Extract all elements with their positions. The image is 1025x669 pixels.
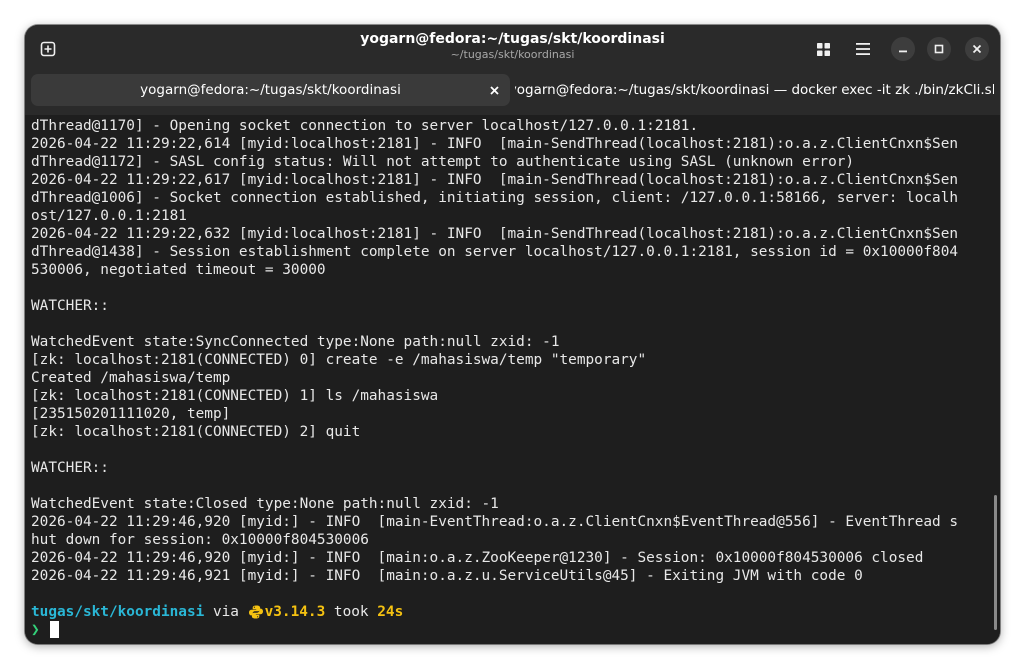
new-tab-icon <box>40 41 56 57</box>
input-line[interactable]: ❯ <box>31 621 996 639</box>
new-tab-button[interactable] <box>35 36 61 62</box>
terminal-line: [zk: localhost:2181(CONNECTED) 2] quit <box>31 424 361 440</box>
close-window-button[interactable] <box>965 37 989 61</box>
terminal-line: 2026-04-22 11:29:22,617 [myid:localhost:… <box>31 172 959 188</box>
tab-2[interactable]: yogarn@fedora:~/tugas/skt/koordinasi — d… <box>515 74 994 106</box>
terminal-line: ost/127.0.0.1:2181 <box>31 208 187 224</box>
prompt-line: tugas/skt/koordinasi via v3.14.3 took 24… <box>31 603 996 621</box>
main-menu-button[interactable] <box>850 36 876 62</box>
prompt-via: via <box>204 604 248 620</box>
terminal-line: dThread@1170] - Opening socket connectio… <box>31 118 699 134</box>
terminal-line: 2026-04-22 11:29:46,920 [myid:] - INFO [… <box>31 514 959 530</box>
close-icon <box>489 85 499 95</box>
prompt-took: took <box>325 604 378 620</box>
terminal-line: [zk: localhost:2181(CONNECTED) 1] ls /ma… <box>31 388 439 404</box>
scrollbar[interactable] <box>994 495 997 630</box>
terminal-line: dThread@1172] - SASL config status: Will… <box>31 154 855 170</box>
terminal-line: 530006, negotiated timeout = 30000 <box>31 262 326 278</box>
header-bar: yogarn@fedora:~/tugas/skt/koordinasi ~/t… <box>25 25 1000 73</box>
terminal-line: WatchedEvent state:Closed type:None path… <box>31 496 499 512</box>
hamburger-menu-icon <box>856 43 870 55</box>
prompt-symbol: ❯ <box>31 622 40 638</box>
terminal-line: 2026-04-22 11:29:22,614 [myid:localhost:… <box>31 136 959 152</box>
terminal-window: yogarn@fedora:~/tugas/skt/koordinasi ~/t… <box>25 25 1000 644</box>
tab-1[interactable]: yogarn@fedora:~/tugas/skt/koordinasi <box>31 74 510 106</box>
tab-2-label: yogarn@fedora:~/tugas/skt/koordinasi — d… <box>515 82 994 98</box>
tab-close-button[interactable] <box>486 82 502 98</box>
tab-1-label: yogarn@fedora:~/tugas/skt/koordinasi <box>140 82 401 98</box>
prompt-python-version: v3.14.3 <box>264 604 326 620</box>
terminal-line: WATCHER:: <box>31 460 109 476</box>
close-icon <box>972 44 982 54</box>
terminal-line: hut down for session: 0x10000f804530006 <box>31 532 369 548</box>
maximize-icon <box>934 44 944 54</box>
minimize-icon <box>899 50 907 53</box>
terminal-line: WatchedEvent state:SyncConnected type:No… <box>31 334 560 350</box>
terminal-line: dThread@1006] - Socket connection establ… <box>31 190 959 206</box>
terminal-output[interactable]: dThread@1170] - Opening socket connectio… <box>25 115 1000 644</box>
tab-bar: yogarn@fedora:~/tugas/skt/koordinasi yog… <box>25 73 1000 115</box>
prompt-duration: 24s <box>377 604 404 620</box>
grid-icon <box>816 42 830 56</box>
terminal-line: [zk: localhost:2181(CONNECTED) 0] create… <box>31 352 647 368</box>
terminal-line: 2026-04-22 11:29:22,632 [myid:localhost:… <box>31 226 959 242</box>
maximize-button[interactable] <box>927 37 951 61</box>
tab-overview-button[interactable] <box>810 36 836 62</box>
terminal-line: 2026-04-22 11:29:46,920 [myid:] - INFO [… <box>31 550 924 566</box>
terminal-line: dThread@1438] - Session establishment co… <box>31 244 959 260</box>
prompt-directory: tugas/skt/koordinasi <box>31 604 205 620</box>
terminal-line: Created /mahasiswa/temp <box>31 370 231 386</box>
terminal-lines: dThread@1170] - Opening socket connectio… <box>31 117 996 639</box>
terminal-line: [235150201111020, temp] <box>31 406 231 422</box>
terminal-line: WATCHER:: <box>31 298 109 314</box>
text-cursor <box>49 621 59 638</box>
terminal-line: 2026-04-22 11:29:46,921 [myid:] - INFO [… <box>31 568 863 584</box>
python-icon <box>248 603 265 621</box>
minimize-button[interactable] <box>891 37 915 61</box>
